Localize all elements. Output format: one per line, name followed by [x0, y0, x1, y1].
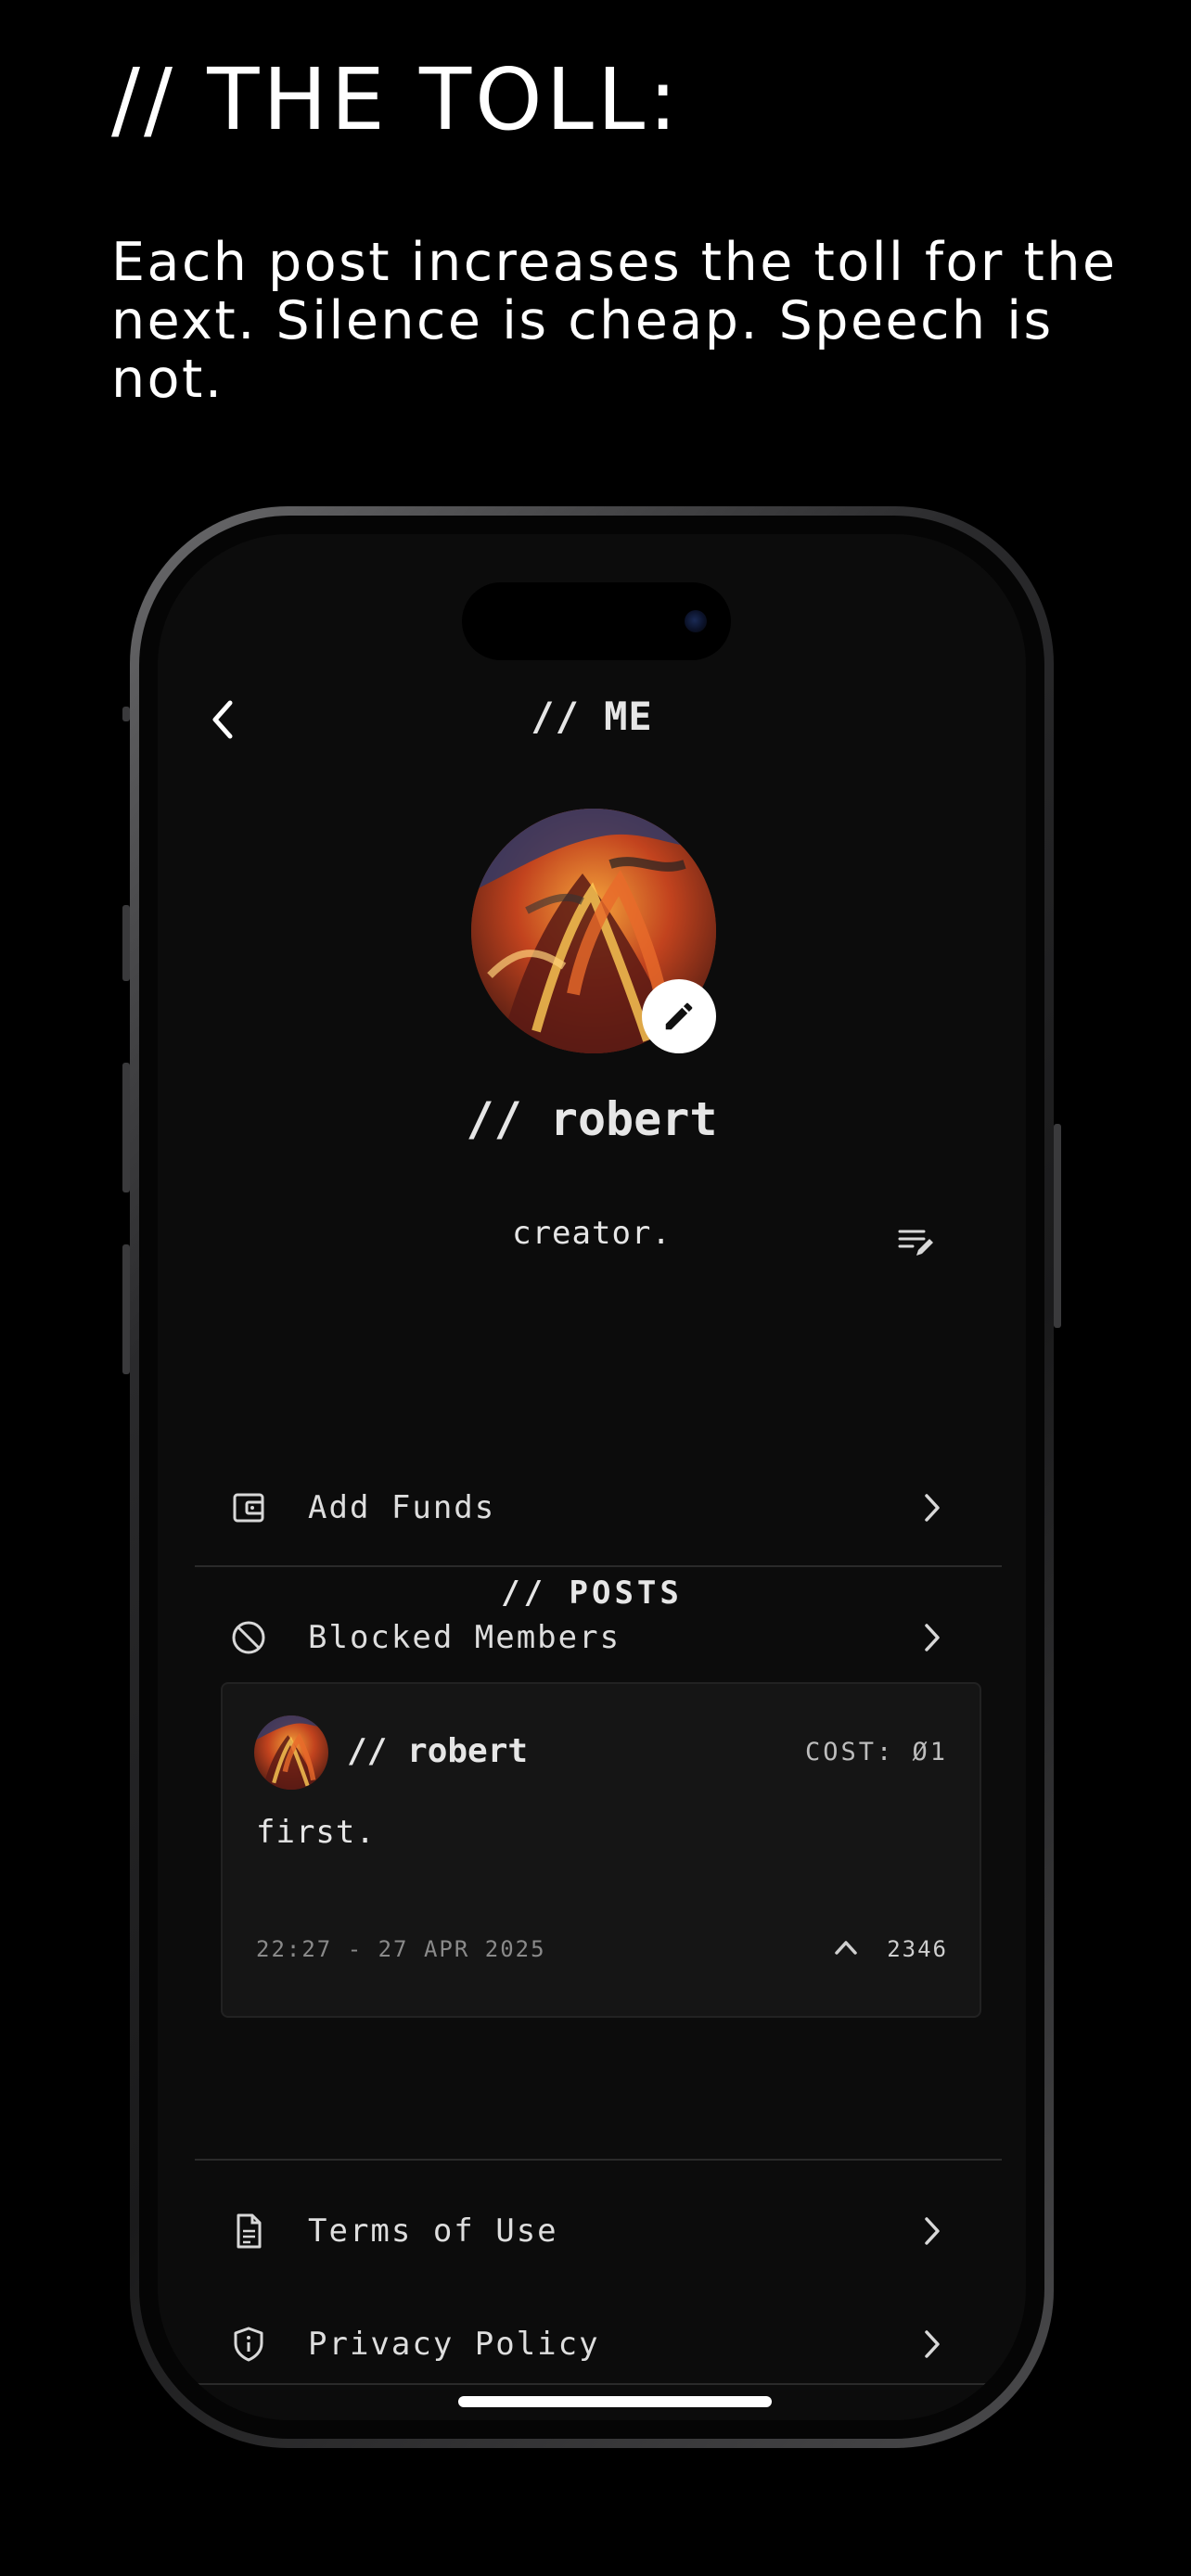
shield-info-icon	[228, 2324, 269, 2365]
divider	[195, 2159, 1002, 2161]
phone-side-mark	[122, 707, 130, 721]
wallet-icon	[228, 1487, 269, 1528]
menu-item-privacy-policy[interactable]: Privacy Policy	[195, 2307, 976, 2381]
block-icon	[228, 1617, 269, 1658]
upvote-button[interactable]	[827, 1929, 864, 1966]
chevron-right-icon	[918, 2213, 946, 2250]
divider	[195, 1565, 1002, 1567]
chevron-right-icon	[918, 1619, 946, 1656]
menu-item-label: Privacy Policy	[308, 2326, 600, 2363]
dynamic-island	[462, 582, 731, 660]
chevron-right-icon	[918, 2326, 946, 2363]
edit-note-icon	[898, 1230, 933, 1256]
camera-icon	[685, 610, 707, 632]
app-screen: // ME // robert creator. Add Funds Block…	[158, 534, 1026, 2420]
post-author-avatar[interactable]	[254, 1715, 328, 1790]
edit-bio-button[interactable]	[896, 1226, 937, 1259]
post-author-name[interactable]: // robert	[347, 1732, 528, 1770]
menu-item-terms-of-use[interactable]: Terms of Use	[195, 2194, 976, 2268]
power-button	[1054, 1124, 1061, 1328]
avatar-artwork	[254, 1715, 328, 1790]
menu-item-label: Terms of Use	[308, 2213, 558, 2250]
promo-subtitle: Each post increases the toll for the nex…	[111, 232, 1118, 410]
posts-section-title: // POSTS	[501, 1575, 683, 1612]
menu-item-blocked-members[interactable]: Blocked Members	[195, 1600, 976, 1675]
promo-title: // THE TOLL:	[111, 50, 682, 149]
volume-up-button	[122, 1063, 130, 1192]
edit-avatar-button[interactable]	[642, 979, 716, 1053]
pencil-icon	[665, 1002, 693, 1030]
chevron-right-icon	[918, 1489, 946, 1526]
post-timestamp: 22:27 - 27 APR 2025	[256, 1936, 546, 1962]
post-body: first.	[256, 1814, 376, 1851]
post-vote-count: 2346	[887, 1936, 948, 1962]
phone-frame: // ME // robert creator. Add Funds Block…	[122, 506, 1061, 2448]
page-title: // ME	[531, 694, 653, 739]
post-card[interactable]: // robert COST: Ø1 first. 22:27 - 27 APR…	[221, 1682, 981, 2018]
divider	[195, 2383, 1002, 2385]
phone-bezel: // ME // robert creator. Add Funds Block…	[139, 516, 1044, 2439]
menu-item-add-funds[interactable]: Add Funds	[195, 1471, 976, 1545]
volume-down-button	[122, 1244, 130, 1374]
menu-item-label: Add Funds	[308, 1489, 496, 1526]
action-button	[122, 905, 130, 981]
chevron-up-icon	[835, 1941, 857, 1955]
post-cost: COST: Ø1	[804, 1738, 948, 1766]
profile-username: // robert	[466, 1092, 718, 1146]
home-indicator[interactable]	[458, 2396, 772, 2407]
document-icon	[228, 2211, 269, 2251]
menu-item-label: Blocked Members	[308, 1619, 621, 1656]
